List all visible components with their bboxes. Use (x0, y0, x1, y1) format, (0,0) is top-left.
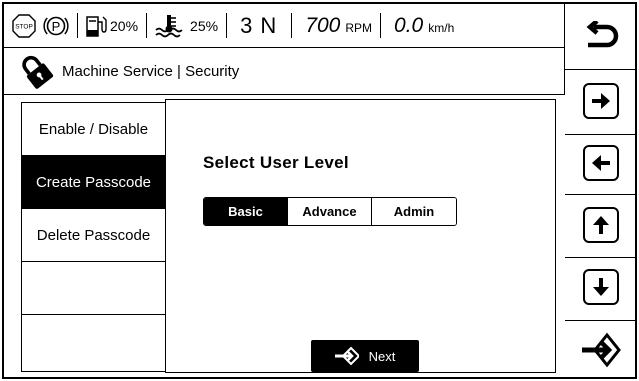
arrow-right-icon (592, 93, 610, 109)
menu-item-empty-1[interactable] (22, 262, 165, 315)
back-button[interactable] (565, 4, 637, 70)
stop-sign-icon: STOP (12, 13, 36, 38)
menu-item-delete-passcode[interactable]: Delete Passcode (22, 209, 165, 262)
rail-divider (565, 134, 637, 135)
menu-item-empty-2[interactable] (22, 315, 165, 370)
temperature-level-text: 25% (190, 17, 219, 34)
parking-brake-icon: P (43, 13, 69, 39)
next-button-label: Next (368, 348, 396, 364)
fuel-level-text: 20% (110, 17, 139, 34)
arrow-up-button[interactable] (583, 207, 619, 243)
menu-item-enable-disable[interactable]: Enable / Disable (22, 103, 165, 156)
enter-icon (582, 332, 621, 367)
speed-value: 0.0 (394, 13, 424, 37)
speed-unit: km/h (428, 20, 455, 35)
gear-indicator: 3 N (240, 12, 278, 38)
back-icon (586, 20, 619, 47)
enter-button[interactable] (565, 322, 637, 377)
level-admin-button[interactable]: Admin (372, 198, 456, 225)
arrow-up-icon (593, 216, 609, 234)
status-brakes: STOP P (4, 4, 77, 47)
stop-sign-label: STOP (15, 23, 33, 30)
status-temperature: 25% (146, 4, 226, 47)
fuel-icon (85, 14, 107, 38)
page-title: Machine Service | Security (62, 62, 240, 80)
status-speed: 0.0 km/h (380, 4, 462, 47)
user-level-heading: Select User Level (203, 153, 349, 172)
arrow-left-icon (592, 155, 610, 171)
page-header: Machine Service | Security (4, 47, 565, 95)
rpm-unit: RPM (345, 20, 373, 35)
menu-item-create-passcode[interactable]: Create Passcode (22, 156, 165, 209)
user-level-selector: Basic Advance Admin (203, 197, 457, 226)
rail-divider (565, 194, 637, 195)
security-menu: Enable / Disable Create Passcode Delete … (21, 102, 166, 372)
status-fuel: 20% (77, 4, 146, 47)
lock-icon (18, 53, 54, 89)
arrow-down-icon (593, 278, 609, 296)
arrow-down-button[interactable] (583, 269, 619, 305)
level-basic-button[interactable]: Basic (204, 198, 288, 225)
arrow-right-button[interactable] (583, 83, 619, 119)
next-button[interactable]: Next (311, 340, 419, 372)
screen-frame: STOP P 20% 25% 3 N 700 RPM 0.0 km/h Mach… (2, 2, 637, 379)
status-gear: 3 N (226, 4, 291, 47)
parking-brake-label: P (52, 18, 61, 33)
rail-divider (565, 257, 637, 258)
main-panel: Select User Level Basic Advance Admin Ne… (165, 99, 556, 373)
rail-divider (565, 320, 637, 321)
status-bar: STOP P 20% 25% 3 N 700 RPM 0.0 km/h (4, 4, 565, 47)
enter-arrow-icon (334, 346, 359, 366)
rpm-value: 700 (305, 13, 341, 37)
status-rpm: 700 RPM (291, 4, 380, 47)
level-advance-button[interactable]: Advance (288, 198, 372, 225)
coolant-temperature-icon (154, 14, 184, 38)
navigation-rail (565, 4, 637, 377)
arrow-left-button[interactable] (583, 145, 619, 181)
